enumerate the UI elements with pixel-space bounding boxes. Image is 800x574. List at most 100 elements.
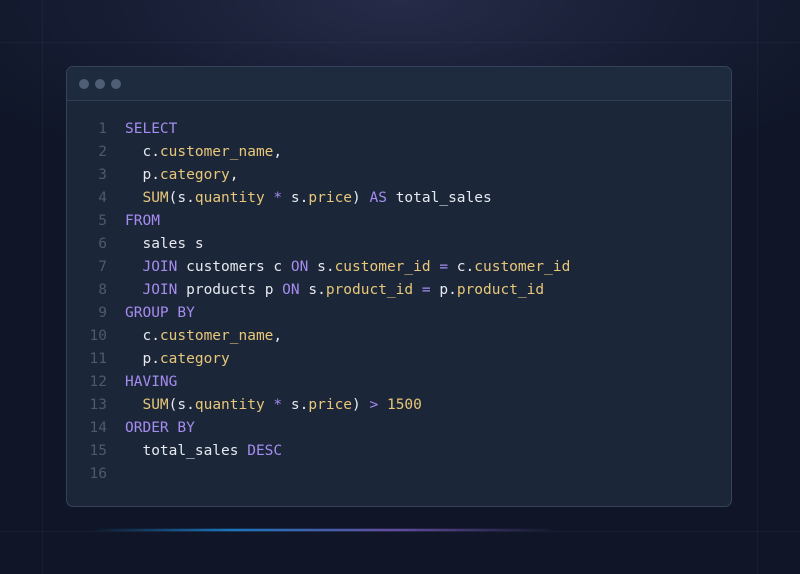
code-token: p. — [125, 351, 160, 367]
line-number: 1 — [98, 121, 107, 137]
line-number: 15 — [89, 443, 107, 459]
code-token: s. — [308, 259, 335, 275]
window-dot[interactable] — [111, 78, 121, 89]
code-token: JOIN — [125, 282, 178, 298]
code-token: GROUP BY — [125, 305, 195, 321]
code-token: , — [229, 167, 239, 183]
window-titlebar — [67, 67, 731, 101]
code-text: SELECT — [107, 118, 177, 141]
code-text: sales s — [107, 233, 204, 256]
code-token: customer_name — [159, 328, 274, 344]
code-token: (s. — [168, 190, 195, 206]
code-token: customer_id — [334, 259, 431, 275]
code-line: 4 SUM(s.quantity * s.price) AS total_sal… — [67, 187, 731, 210]
line-number: 9 — [98, 305, 107, 321]
code-text: ORDER BY — [107, 417, 195, 440]
code-token: total_sales — [125, 443, 248, 459]
code-text: SUM(s.quantity * s.price) > 1500 — [107, 394, 422, 417]
code-text: c.customer_name, — [107, 141, 282, 164]
code-line: 12 HAVING — [67, 371, 731, 394]
line-number: 4 — [98, 190, 107, 206]
code-text: p.category, — [107, 164, 239, 187]
code-token: c. — [456, 259, 475, 275]
code-token: category — [159, 351, 230, 367]
line-number: 12 — [89, 374, 107, 390]
code-token: ) — [352, 190, 370, 206]
code-token: * — [264, 190, 291, 206]
code-text: HAVING — [107, 371, 177, 394]
code-text: FROM — [107, 210, 160, 233]
code-line: 16 — [67, 463, 731, 486]
code-token: , — [273, 328, 283, 344]
code-token: products p — [177, 282, 283, 298]
code-line: 14 ORDER BY — [67, 417, 731, 440]
code-token: SELECT — [125, 121, 178, 137]
code-token: ORDER BY — [125, 420, 195, 436]
code-token: product_id — [325, 282, 414, 298]
line-number: 5 — [98, 213, 107, 229]
code-token: 1500 — [378, 397, 422, 413]
code-editor[interactable]: 1 SELECT 2 c.customer_name, 3 p.category, 4 … — [67, 118, 731, 486]
window-dot[interactable] — [95, 78, 105, 89]
code-text: JOIN customers c ON s.customer_id = c.cu… — [107, 256, 570, 279]
code-token: > — [369, 397, 379, 413]
line-number: 11 — [89, 351, 107, 367]
code-token: quantity — [194, 397, 265, 413]
code-token: c. — [125, 328, 160, 344]
code-token: s. — [299, 282, 326, 298]
code-line: 7 JOIN customers c ON s.customer_id = c.… — [67, 256, 731, 279]
code-token: ON — [282, 282, 300, 298]
code-line: 15 total_sales DESC — [67, 440, 731, 463]
line-number: 13 — [89, 397, 107, 413]
code-line: 5 FROM — [67, 210, 731, 233]
code-window: 1 SELECT 2 c.customer_name, 3 p.category, 4 … — [66, 66, 732, 507]
code-token: SUM — [125, 190, 169, 206]
code-line: 8 JOIN products p ON s.product_id = p.pr… — [67, 279, 731, 302]
background-guide-line — [0, 531, 800, 532]
code-text: JOIN products p ON s.product_id = p.prod… — [107, 279, 544, 302]
code-text: GROUP BY — [107, 302, 195, 325]
code-line: 9 GROUP BY — [67, 302, 731, 325]
code-token: SUM — [125, 397, 169, 413]
code-token: s. — [290, 397, 309, 413]
code-token: s. — [290, 190, 309, 206]
line-number: 6 — [98, 236, 107, 252]
code-token: price — [308, 397, 353, 413]
line-number: 2 — [98, 144, 107, 160]
code-line: 2 c.customer_name, — [67, 141, 731, 164]
code-token: = — [430, 259, 457, 275]
line-number: 3 — [98, 167, 107, 183]
line-number: 16 — [89, 466, 107, 482]
code-token: quantity — [194, 190, 265, 206]
code-token: p. — [125, 167, 160, 183]
code-token: category — [159, 167, 230, 183]
code-token: AS — [369, 190, 387, 206]
code-token: c. — [125, 144, 160, 160]
background-guide-line — [757, 0, 758, 574]
code-text: p.category — [107, 348, 230, 371]
line-number: 8 — [98, 282, 107, 298]
code-token: * — [264, 397, 291, 413]
code-token: JOIN — [125, 259, 178, 275]
code-token: customer_name — [159, 144, 274, 160]
line-number: 10 — [89, 328, 107, 344]
code-token: customer_id — [474, 259, 571, 275]
code-token: ) — [352, 397, 370, 413]
code-token: ON — [290, 259, 309, 275]
code-line: 3 p.category, — [67, 164, 731, 187]
code-token: = — [413, 282, 440, 298]
code-token: HAVING — [125, 374, 178, 390]
code-line: 11 p.category — [67, 348, 731, 371]
line-number: 7 — [98, 259, 107, 275]
code-token: customers c — [177, 259, 291, 275]
code-line: 13 SUM(s.quantity * s.price) > 1500 — [67, 394, 731, 417]
window-dot[interactable] — [79, 78, 89, 89]
accent-glow-line — [90, 529, 560, 531]
code-token: product_id — [456, 282, 545, 298]
code-line: 1 SELECT — [67, 118, 731, 141]
code-token: sales s — [125, 236, 204, 252]
code-token: p. — [439, 282, 457, 298]
code-token: (s. — [168, 397, 195, 413]
code-line: 6 sales s — [67, 233, 731, 256]
